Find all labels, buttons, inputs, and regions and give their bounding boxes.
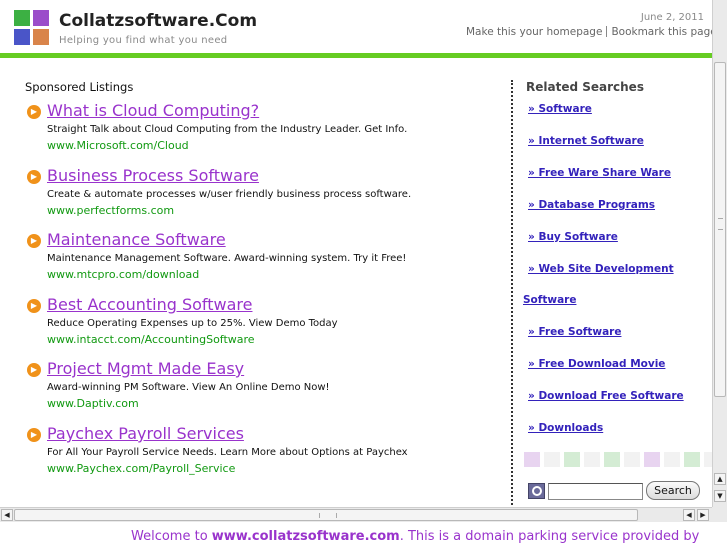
footer-domain-link[interactable]: www.collatzsoftware.com — [212, 529, 400, 544]
related-search-link[interactable]: » Software — [528, 103, 592, 115]
color-swatch — [684, 452, 700, 467]
make-homepage-link[interactable]: Make this your homepage — [466, 26, 602, 38]
vertical-scrollbar[interactable]: ▲ ▼ — [712, 0, 727, 507]
scroll-up-icon[interactable]: ▲ — [714, 473, 726, 485]
related-search-link[interactable]: » Web Site Development — [528, 263, 674, 275]
search-button[interactable]: Search — [646, 481, 700, 500]
listing-title-link[interactable]: Maintenance Software — [47, 230, 226, 249]
color-swatch — [564, 452, 580, 467]
listing-description: Straight Talk about Cloud Computing from… — [47, 124, 408, 135]
orange-play-bullet-icon: ▶ — [27, 105, 41, 119]
logo-square-blue — [14, 29, 30, 45]
related-search-link[interactable]: » Database Programs — [528, 199, 655, 211]
listing-title-link[interactable]: Project Mgmt Made Easy — [47, 359, 244, 378]
color-swatch — [544, 452, 560, 467]
orange-play-bullet-icon: ▶ — [27, 299, 41, 313]
logo-square-purple — [33, 10, 49, 26]
related-search-link[interactable]: » Download Free Software — [528, 390, 684, 402]
color-swatch — [604, 452, 620, 467]
listing-title-link[interactable]: What is Cloud Computing? — [47, 101, 259, 120]
footer-text: Welcome to www.collatzsoftware.com. This… — [131, 529, 699, 544]
listing-description: Reduce Operating Expenses up to 25%. Vie… — [47, 318, 338, 329]
related-searches-heading: Related Searches — [526, 80, 644, 94]
related-search-link[interactable]: » Downloads — [528, 422, 603, 434]
color-swatch — [704, 452, 712, 467]
color-swatch — [624, 452, 640, 467]
related-search-link[interactable]: » Free Download Movie — [528, 358, 665, 370]
horizontal-scroll-thumb[interactable] — [14, 509, 638, 521]
footer-suffix: . This is a domain parking service provi… — [399, 529, 700, 544]
color-swatch — [524, 452, 540, 467]
page-viewport: Collatzsoftware.Com Helping you find wha… — [0, 0, 712, 507]
logo-square-orange — [33, 29, 49, 45]
related-search-link[interactable]: » Internet Software — [528, 135, 644, 147]
footer-prefix: Welcome to — [131, 529, 212, 544]
search-icon[interactable] — [528, 483, 545, 499]
color-swatch — [644, 452, 660, 467]
listing-url-link[interactable]: www.Microsoft.com/Cloud — [47, 139, 189, 152]
listing-description: Create & automate processes w/user frien… — [47, 189, 412, 200]
listing-description: Award-winning PM Software. View An Onlin… — [47, 382, 330, 393]
vertical-scroll-thumb[interactable] — [714, 62, 726, 397]
bookmark-link[interactable]: Bookmark this page — [611, 26, 712, 38]
header-links: Make this your homepage Bookmark this pag… — [466, 26, 712, 38]
search-input[interactable] — [548, 483, 643, 500]
related-search-link[interactable]: » Buy Software — [528, 231, 618, 243]
horizontal-scrollbar[interactable]: ◀ ◀ ▶ — [0, 507, 712, 522]
listing-title-link[interactable]: Business Process Software — [47, 166, 259, 185]
sponsored-listings-heading: Sponsored Listings — [25, 80, 134, 94]
site-logo[interactable] — [14, 10, 50, 46]
scrollbar-corner — [712, 507, 727, 522]
scroll-left-icon-secondary[interactable]: ◀ — [683, 509, 695, 521]
header-date: June 2, 2011 — [640, 12, 704, 23]
header-link-separator — [606, 26, 608, 37]
site-tagline: Helping you find what you need — [59, 35, 228, 46]
site-name[interactable]: Collatzsoftware.Com — [59, 11, 257, 31]
related-search-link[interactable]: » Free Software — [528, 326, 621, 338]
related-search-link[interactable]: Software — [523, 294, 576, 306]
related-search-link[interactable]: » Free Ware Share Ware — [528, 167, 671, 179]
column-divider — [511, 80, 513, 505]
listing-url-link[interactable]: www.perfectforms.com — [47, 204, 174, 217]
listing-url-link[interactable]: www.mtcpro.com/download — [47, 268, 199, 281]
listing-description: For All Your Payroll Service Needs. Lear… — [47, 447, 408, 458]
listing-url-link[interactable]: www.Paychex.com/Payroll_Service — [47, 462, 235, 475]
orange-play-bullet-icon: ▶ — [27, 170, 41, 184]
listing-title-link[interactable]: Paychex Payroll Services — [47, 424, 244, 443]
listing-title-link[interactable]: Best Accounting Software — [47, 295, 252, 314]
listing-url-link[interactable]: www.Daptiv.com — [47, 397, 139, 410]
orange-play-bullet-icon: ▶ — [27, 428, 41, 442]
scroll-down-icon[interactable]: ▼ — [714, 490, 726, 502]
logo-square-green — [14, 10, 30, 26]
header-accent-bar — [0, 53, 712, 58]
scroll-right-icon[interactable]: ▶ — [697, 509, 709, 521]
orange-play-bullet-icon: ▶ — [27, 363, 41, 377]
color-swatch — [664, 452, 680, 467]
parking-footer: Welcome to www.collatzsoftware.com. This… — [0, 522, 727, 545]
color-swatch — [584, 452, 600, 467]
scroll-left-icon[interactable]: ◀ — [1, 509, 13, 521]
listing-description: Maintenance Management Software. Award-w… — [47, 253, 407, 264]
listing-url-link[interactable]: www.intacct.com/AccountingSoftware — [47, 333, 255, 346]
orange-play-bullet-icon: ▶ — [27, 234, 41, 248]
